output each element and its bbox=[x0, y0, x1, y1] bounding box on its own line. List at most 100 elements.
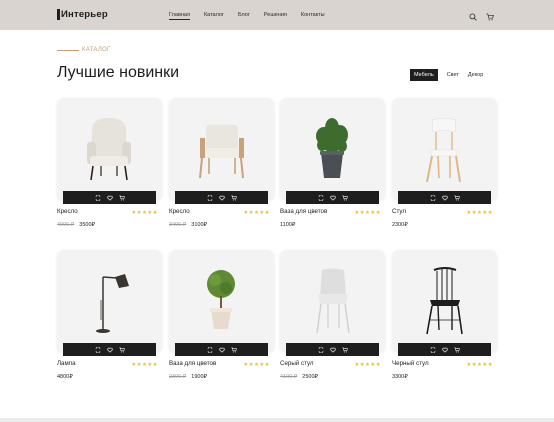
heart-icon[interactable] bbox=[106, 195, 113, 201]
nav-contacts[interactable]: Контакты bbox=[301, 12, 325, 20]
heart-icon[interactable] bbox=[329, 347, 336, 353]
current-price: 1900₽ bbox=[191, 374, 208, 380]
compare-icon[interactable] bbox=[95, 194, 101, 201]
product-card[interactable]: Стул ★★★★★ 2300₽ bbox=[392, 98, 497, 228]
product-card[interactable]: Ваза для цветов ★★★★★ 1100₽ bbox=[280, 98, 385, 228]
cart-icon[interactable] bbox=[118, 347, 125, 353]
compare-icon[interactable] bbox=[95, 346, 101, 353]
current-price: 3500₽ bbox=[79, 222, 96, 228]
price-block: 3400 ₽ 3100₽ bbox=[169, 222, 207, 228]
product-image[interactable] bbox=[280, 250, 385, 352]
card-actions-bar bbox=[286, 191, 379, 204]
price-block: 2300 ₽ 1900₽ bbox=[169, 374, 207, 380]
filter-decor[interactable]: Декор bbox=[468, 72, 483, 78]
nav-solutions[interactable]: Решения bbox=[264, 12, 287, 20]
product-image[interactable] bbox=[57, 250, 162, 352]
product-name[interactable]: Лампа bbox=[57, 360, 76, 367]
product-card[interactable]: Кресло ★★★★★ 3400 ₽ 3100₽ bbox=[169, 98, 274, 228]
product-name[interactable]: Серый стул bbox=[280, 360, 314, 367]
rating-stars: ★★★★★ bbox=[466, 362, 493, 368]
product-card[interactable]: Черный стул ★★★★★ 3300₽ bbox=[392, 250, 497, 380]
compare-icon[interactable] bbox=[430, 194, 436, 201]
main-nav: Главная Каталог Блог Решения Контакты bbox=[169, 12, 325, 20]
heart-icon[interactable] bbox=[329, 195, 336, 201]
filter-light[interactable]: Свет bbox=[447, 72, 459, 78]
heart-icon[interactable] bbox=[218, 195, 225, 201]
compare-icon[interactable] bbox=[207, 346, 213, 353]
eyebrow-line bbox=[57, 49, 79, 51]
product-image[interactable] bbox=[392, 250, 497, 352]
compare-icon[interactable] bbox=[207, 194, 213, 201]
logo-text: Интерьер bbox=[57, 9, 108, 20]
card-actions-bar bbox=[286, 343, 379, 356]
heart-icon[interactable] bbox=[218, 347, 225, 353]
rating-stars: ★★★★★ bbox=[131, 362, 158, 368]
product-image[interactable] bbox=[280, 98, 385, 200]
heart-icon[interactable] bbox=[106, 347, 113, 353]
product-name[interactable]: Кресло bbox=[169, 208, 190, 215]
current-price: 3100₽ bbox=[191, 222, 208, 228]
current-price: 2300₽ bbox=[392, 222, 408, 228]
heart-icon[interactable] bbox=[441, 195, 448, 201]
product-card[interactable]: Кресло ★★★★★ 4000 ₽ 3500₽ bbox=[57, 98, 162, 228]
product-name[interactable]: Ваза для цветов bbox=[169, 360, 216, 367]
compare-icon[interactable] bbox=[318, 194, 324, 201]
product-image[interactable] bbox=[169, 250, 274, 352]
old-price: 2300 ₽ bbox=[169, 374, 187, 380]
compare-icon[interactable] bbox=[430, 346, 436, 353]
old-price: 4000 ₽ bbox=[57, 222, 75, 228]
product-image[interactable] bbox=[169, 98, 274, 200]
cart-icon[interactable] bbox=[118, 195, 125, 201]
site-header: Интерьер Главная Каталог Блог Решения Ко… bbox=[0, 0, 554, 30]
category-filters: Мебель Свет Декор bbox=[410, 69, 483, 81]
current-price: 1100₽ bbox=[280, 222, 296, 228]
old-price: 4100 ₽ bbox=[280, 374, 298, 380]
filter-furniture[interactable]: Мебель bbox=[410, 69, 438, 81]
old-price: 3400 ₽ bbox=[169, 222, 187, 228]
search-icon[interactable] bbox=[469, 13, 477, 21]
nav-blog[interactable]: Блог bbox=[238, 12, 250, 20]
compare-icon[interactable] bbox=[318, 346, 324, 353]
price-block: 3300₽ bbox=[392, 374, 408, 380]
current-price: 4800₽ bbox=[57, 374, 73, 380]
rating-stars: ★★★★★ bbox=[243, 362, 270, 368]
cart-icon[interactable] bbox=[341, 195, 348, 201]
product-card[interactable]: Ваза для цветов ★★★★★ 2300 ₽ 1900₽ bbox=[169, 250, 274, 380]
eyebrow-text: КАТАЛОГ bbox=[82, 47, 111, 53]
product-name[interactable]: Ваза для цветов bbox=[280, 208, 327, 215]
nav-catalog[interactable]: Каталог bbox=[204, 12, 224, 20]
cart-icon[interactable] bbox=[453, 347, 460, 353]
product-name[interactable]: Черный стул bbox=[392, 360, 429, 367]
card-actions-bar bbox=[398, 191, 491, 204]
heart-icon[interactable] bbox=[441, 347, 448, 353]
rating-stars: ★★★★★ bbox=[354, 210, 381, 216]
rating-stars: ★★★★★ bbox=[243, 210, 270, 216]
card-actions-bar bbox=[398, 343, 491, 356]
cart-icon[interactable] bbox=[230, 347, 237, 353]
price-block: 1100₽ bbox=[280, 222, 295, 228]
rating-stars: ★★★★★ bbox=[354, 362, 381, 368]
rating-stars: ★★★★★ bbox=[131, 210, 158, 216]
product-image[interactable] bbox=[392, 98, 497, 200]
product-name[interactable]: Кресло bbox=[57, 208, 78, 215]
product-card[interactable]: Серый стул ★★★★★ 4100 ₽ 2500₽ bbox=[280, 250, 385, 380]
price-block: 4100 ₽ 2500₽ bbox=[280, 374, 318, 380]
logo[interactable]: Интерьер bbox=[57, 9, 108, 20]
cart-icon[interactable] bbox=[230, 195, 237, 201]
price-block: 4000 ₽ 3500₽ bbox=[57, 222, 95, 228]
section-title: Лучшие новинки bbox=[57, 64, 180, 81]
current-price: 3300₽ bbox=[392, 374, 408, 380]
card-actions-bar bbox=[63, 191, 156, 204]
cart-icon[interactable] bbox=[341, 347, 348, 353]
cart-icon[interactable] bbox=[486, 13, 494, 21]
card-actions-bar bbox=[175, 343, 268, 356]
product-card[interactable]: Лампа ★★★★★ 4800₽ bbox=[57, 250, 162, 380]
current-price: 2500₽ bbox=[302, 374, 319, 380]
product-name[interactable]: Стул bbox=[392, 208, 406, 215]
price-block: 4800₽ bbox=[57, 374, 73, 380]
nav-home[interactable]: Главная bbox=[169, 12, 190, 20]
product-image[interactable] bbox=[57, 98, 162, 200]
card-actions-bar bbox=[175, 191, 268, 204]
rating-stars: ★★★★★ bbox=[466, 210, 493, 216]
cart-icon[interactable] bbox=[453, 195, 460, 201]
